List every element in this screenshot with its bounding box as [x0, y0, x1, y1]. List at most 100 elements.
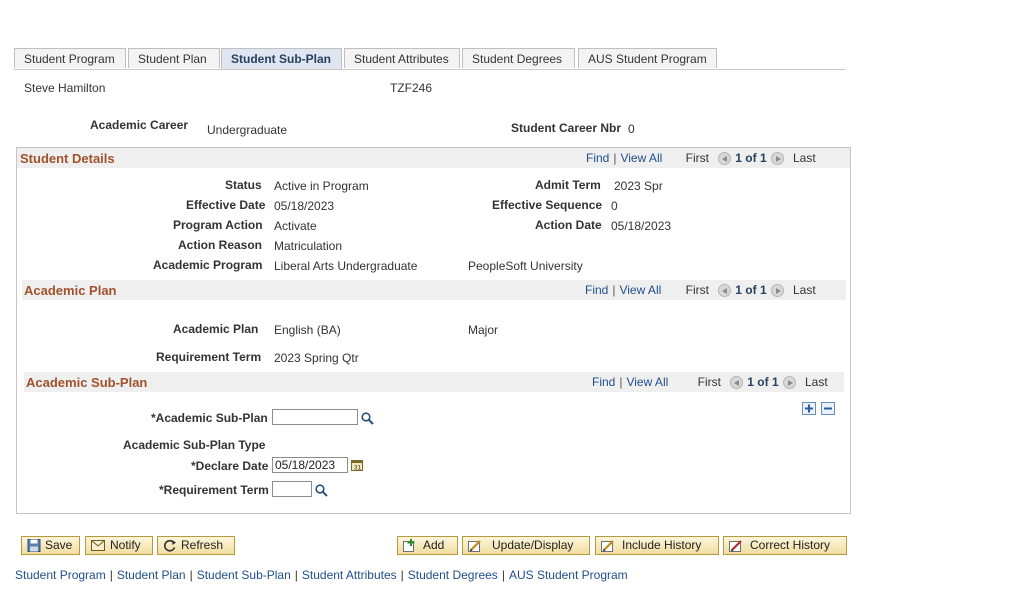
tab-aus-student-program[interactable]: AUS Student Program — [578, 48, 717, 68]
footer-link-aus-student-program[interactable]: AUS Student Program — [509, 568, 628, 582]
sub-plan-input[interactable] — [272, 409, 358, 425]
requirement-term-search-icon[interactable] — [315, 484, 328, 497]
refresh-button[interactable]: Refresh — [157, 536, 235, 555]
tab-student-sub-plan[interactable]: Student Sub-Plan — [221, 48, 342, 69]
delete-row-button[interactable] — [821, 402, 835, 415]
status-label: Status — [225, 178, 262, 192]
first-label: First — [685, 283, 709, 297]
save-button[interactable]: Save — [21, 536, 80, 555]
program-action-label: Program Action — [173, 218, 263, 232]
academic-plan-title: Academic Plan — [24, 283, 117, 298]
action-date-label: Action Date — [535, 218, 602, 232]
add-row-button[interactable] — [802, 402, 816, 415]
student-name: Steve Hamilton — [24, 81, 106, 95]
find-link[interactable]: Find — [586, 151, 609, 165]
previous-arrow-icon[interactable] — [718, 152, 732, 166]
plus-icon — [805, 404, 813, 413]
student-details-box — [16, 147, 851, 514]
footer-link-student-sub-plan[interactable]: Student Sub-Plan — [197, 568, 291, 582]
status-value: Active in Program — [274, 179, 369, 193]
row-count: 1 of 1 — [735, 151, 767, 165]
add-label: Add — [423, 538, 445, 552]
academic-plan-nav: Find | View All First 1 of 1 Last — [585, 283, 816, 298]
update-display-label: Update/Display — [492, 538, 574, 552]
first-label: First — [697, 375, 721, 389]
tab-student-program[interactable]: Student Program — [14, 48, 126, 68]
student-id: TZF246 — [390, 81, 433, 95]
student-details-nav: Find | View All First 1 of 1 Last — [586, 151, 816, 166]
footer-link-student-degrees[interactable]: Student Degrees — [408, 568, 498, 582]
admit-term-label: Admit Term — [535, 178, 601, 192]
academic-sub-plan-title: Academic Sub-Plan — [26, 375, 148, 390]
include-history-icon — [601, 540, 614, 552]
next-arrow-icon[interactable] — [770, 284, 784, 298]
view-all-link[interactable]: View All — [626, 375, 668, 389]
effective-date-label: Effective Date — [186, 198, 266, 212]
academic-plan-label: Academic Plan — [173, 322, 259, 336]
academic-plan-value: English (BA) — [274, 323, 341, 337]
program-action-value: Activate — [274, 219, 317, 233]
academic-career-value: Undergraduate — [207, 123, 288, 137]
find-link[interactable]: Find — [585, 283, 608, 297]
last-label: Last — [804, 375, 828, 389]
tab-label: Student Plan — [138, 52, 207, 66]
effective-sequence-value: 0 — [611, 199, 618, 213]
correct-history-label: Correct History — [750, 538, 831, 552]
previous-arrow-icon[interactable] — [718, 284, 732, 298]
refresh-label: Refresh — [181, 538, 224, 552]
update-display-button[interactable]: Update/Display — [462, 536, 590, 555]
academic-sub-plan-nav: Find | View All First 1 of 1 Last — [592, 375, 828, 390]
next-arrow-icon[interactable] — [770, 152, 784, 166]
footer-links: Student Program | Student Plan | Student Sub… — [15, 568, 628, 582]
sub-plan-label: *Academic Sub-Plan — [151, 411, 268, 425]
career-nbr-value: 0 — [628, 122, 635, 136]
sub-plan-type-label: Academic Sub-Plan Type — [123, 438, 266, 452]
tab-label: Student Program — [24, 52, 115, 66]
tab-label: AUS Student Program — [588, 52, 707, 66]
next-arrow-icon[interactable] — [782, 376, 796, 390]
declare-date-label: *Declare Date — [191, 459, 269, 473]
save-label: Save — [45, 538, 73, 552]
footer-link-student-plan[interactable]: Student Plan — [117, 568, 186, 582]
tab-label: Student Attributes — [354, 52, 449, 66]
page-tabs: Student Program Student Plan Student Sub… — [14, 48, 845, 70]
tab-student-attributes[interactable]: Student Attributes — [344, 48, 460, 68]
refresh-icon — [164, 539, 176, 552]
correct-history-button[interactable]: Correct History — [723, 536, 847, 555]
academic-program-value: Liberal Arts Undergraduate — [274, 259, 418, 273]
correct-history-icon — [729, 540, 742, 552]
action-reason-value: Matriculation — [274, 239, 343, 253]
row-count: 1 of 1 — [735, 283, 767, 297]
notify-icon — [91, 540, 105, 551]
add-button[interactable]: Add — [397, 536, 458, 555]
sub-plan-search-icon[interactable] — [361, 412, 374, 425]
find-link[interactable]: Find — [592, 375, 615, 389]
update-display-icon — [468, 540, 481, 552]
previous-arrow-icon[interactable] — [730, 376, 744, 390]
action-date-value: 05/18/2023 — [611, 219, 672, 233]
view-all-link[interactable]: View All — [619, 283, 661, 297]
footer-link-student-program[interactable]: Student Program — [15, 568, 106, 582]
effective-sequence-label: Effective Sequence — [492, 198, 603, 212]
plan-requirement-term-label: Requirement Term — [156, 350, 262, 364]
add-icon — [403, 539, 415, 552]
calendar-icon[interactable]: 31 — [351, 459, 363, 471]
requirement-term-input[interactable] — [272, 481, 312, 497]
plan-type-value: Major — [468, 323, 499, 337]
footer-link-student-attributes[interactable]: Student Attributes — [302, 568, 397, 582]
admit-term-value: 2023 Spr — [614, 179, 663, 193]
institution-value: PeopleSoft University — [468, 259, 583, 273]
declare-date-input[interactable] — [272, 457, 348, 473]
view-all-link[interactable]: View All — [620, 151, 662, 165]
notify-button[interactable]: Notify — [85, 536, 153, 555]
student-details-title: Student Details — [20, 151, 115, 166]
tab-student-plan[interactable]: Student Plan — [128, 48, 220, 68]
include-history-button[interactable]: Include History — [595, 536, 719, 555]
effective-date-value: 05/18/2023 — [274, 199, 335, 213]
first-label: First — [685, 151, 709, 165]
last-label: Last — [792, 283, 816, 297]
sub-plan-requirement-term-label: *Requirement Term — [159, 483, 269, 497]
include-history-label: Include History — [622, 538, 702, 552]
notify-label: Notify — [110, 538, 141, 552]
tab-student-degrees[interactable]: Student Degrees — [462, 48, 575, 68]
